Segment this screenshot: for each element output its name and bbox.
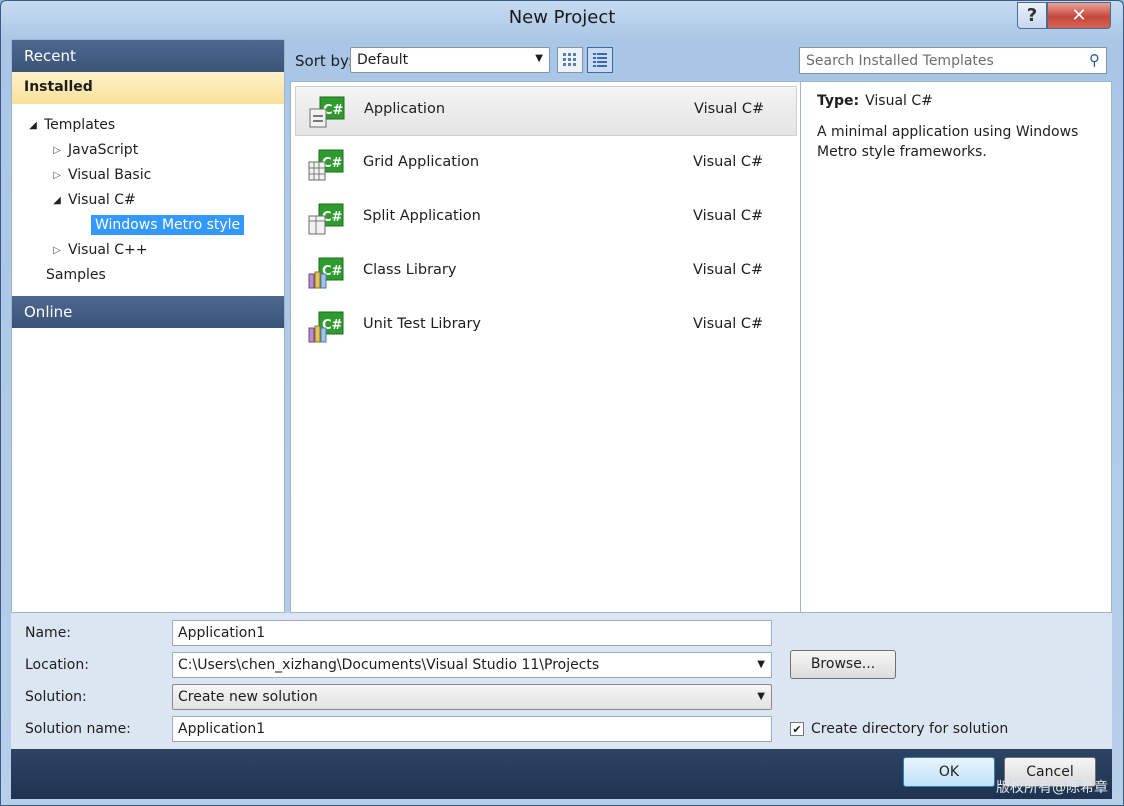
tree-item-label: Visual C# <box>68 192 136 208</box>
template-name: Unit Test Library <box>363 316 481 332</box>
sort-by-value: Default <box>357 52 409 68</box>
create-directory-option[interactable]: ✔ Create directory for solution <box>790 721 1008 737</box>
medium-icons-view-button[interactable] <box>557 47 583 73</box>
csharp-application-icon: C# <box>309 96 345 128</box>
tree-item-label: Templates <box>44 117 116 133</box>
collapsed-arrow-icon[interactable]: ▷ <box>50 170 64 181</box>
template-language: Visual C# <box>693 154 764 170</box>
search-placeholder: Search Installed Templates <box>806 53 994 69</box>
grid-view-icon <box>563 53 576 66</box>
create-directory-checkbox[interactable]: ✔ <box>790 722 804 736</box>
solution-value: Create new solution <box>178 689 318 705</box>
tree-item-javascript[interactable]: ▷ JavaScript <box>50 138 138 162</box>
browse-button[interactable]: Browse... <box>790 650 896 679</box>
expanded-arrow-icon[interactable]: ◢ <box>50 195 64 206</box>
template-name: Application <box>364 101 446 117</box>
expanded-arrow-icon[interactable]: ◢ <box>26 120 40 131</box>
tree-item-visual-basic[interactable]: ▷ Visual Basic <box>50 163 151 187</box>
template-language: Visual C# <box>693 316 764 332</box>
name-label: Name: <box>25 625 72 641</box>
type-value: Visual C# <box>865 93 933 109</box>
chevron-down-icon[interactable]: ▼ <box>757 659 765 670</box>
dialog-button-bar: OK Cancel 版权所有@陈希章 <box>11 749 1112 799</box>
chevron-down-icon: ▼ <box>535 53 543 64</box>
template-type: Type: Visual C# <box>817 93 933 109</box>
template-name: Grid Application <box>363 154 480 170</box>
tree-item-windows-metro-style[interactable]: Windows Metro style <box>91 213 245 237</box>
solution-select[interactable]: Create new solution ▼ <box>172 684 772 710</box>
list-view-icon <box>593 53 607 67</box>
title-bar: New Project ? ✕ <box>1 1 1123 39</box>
location-combo[interactable]: C:\Users\chen_xizhang\Documents\Visual S… <box>172 652 772 678</box>
new-project-dialog: New Project ? ✕ Recent Installed ◢ Templ… <box>0 0 1124 806</box>
csharp-class-library-icon: C# <box>308 257 344 289</box>
csharp-grid-application-icon: C# <box>308 149 344 181</box>
template-item-unit-test-library[interactable]: C# Unit Test Library Visual C# <box>295 302 797 352</box>
template-details-pane: Type: Visual C# A minimal application usi… <box>800 81 1112 613</box>
solution-name-label: Solution name: <box>25 721 131 737</box>
copyright-watermark: 版权所有@陈希章 <box>996 780 1108 796</box>
template-item-grid-application[interactable]: C# Grid Application Visual C# <box>295 140 797 190</box>
tree-item-label: Samples <box>46 267 106 283</box>
template-name: Split Application <box>363 208 481 224</box>
sort-by-select[interactable]: Default ▼ <box>350 47 550 73</box>
dialog-title: New Project <box>508 7 616 28</box>
csharp-unit-test-library-icon: C# <box>308 311 344 343</box>
tree-item-visual-cpp[interactable]: ▷ Visual C++ <box>50 238 147 262</box>
template-description: A minimal application using Windows Metr… <box>817 124 1079 160</box>
online-header[interactable]: Online <box>12 296 284 328</box>
template-item-application[interactable]: C# Application Visual C# <box>295 86 797 136</box>
location-label: Location: <box>25 657 89 673</box>
search-icon[interactable]: ⚲ <box>1089 51 1100 69</box>
template-item-split-application[interactable]: C# Split Application Visual C# <box>295 194 797 244</box>
csharp-split-application-icon: C# <box>308 203 344 235</box>
solution-label: Solution: <box>25 689 87 705</box>
template-language: Visual C# <box>694 101 765 117</box>
ok-button[interactable]: OK <box>903 757 995 787</box>
template-name: Class Library <box>363 262 457 278</box>
recent-header[interactable]: Recent <box>12 40 284 72</box>
small-icons-view-button[interactable] <box>587 47 613 73</box>
tree-item-samples[interactable]: Samples <box>46 263 106 287</box>
tree-item-label: Visual Basic <box>68 167 152 183</box>
solution-name-input[interactable]: Application1 <box>172 716 772 742</box>
close-button[interactable]: ✕ <box>1047 2 1111 29</box>
create-directory-label: Create directory for solution <box>811 721 1009 737</box>
installed-header[interactable]: Installed <box>12 72 284 104</box>
tree-item-label: Windows Metro style <box>91 215 245 235</box>
type-label: Type: <box>817 93 860 109</box>
search-templates-input[interactable]: Search Installed Templates ⚲ <box>799 47 1107 74</box>
help-button[interactable]: ? <box>1017 2 1047 29</box>
sort-by-label: Sort by: <box>295 52 353 70</box>
category-pane: Recent Installed ◢ Templates ▷ JavaScrip… <box>11 39 285 613</box>
location-value: C:\Users\chen_xizhang\Documents\Visual S… <box>178 657 600 673</box>
tree-item-templates[interactable]: ◢ Templates <box>26 113 115 137</box>
template-language: Visual C# <box>693 208 764 224</box>
collapsed-arrow-icon[interactable]: ▷ <box>50 245 64 256</box>
tree-item-visual-csharp[interactable]: ◢ Visual C# <box>50 188 136 212</box>
collapsed-arrow-icon[interactable]: ▷ <box>50 145 64 156</box>
project-settings-form: Name: Application1 Location: C:\Users\ch… <box>11 613 1112 749</box>
template-list: C# Application Visual C# C# Grid Applica… <box>290 81 801 613</box>
tree-item-label: Visual C++ <box>68 242 148 258</box>
template-language: Visual C# <box>693 262 764 278</box>
tree-item-label: JavaScript <box>68 142 139 158</box>
chevron-down-icon[interactable]: ▼ <box>757 691 765 702</box>
project-name-input[interactable]: Application1 <box>172 620 772 646</box>
template-item-class-library[interactable]: C# Class Library Visual C# <box>295 248 797 298</box>
